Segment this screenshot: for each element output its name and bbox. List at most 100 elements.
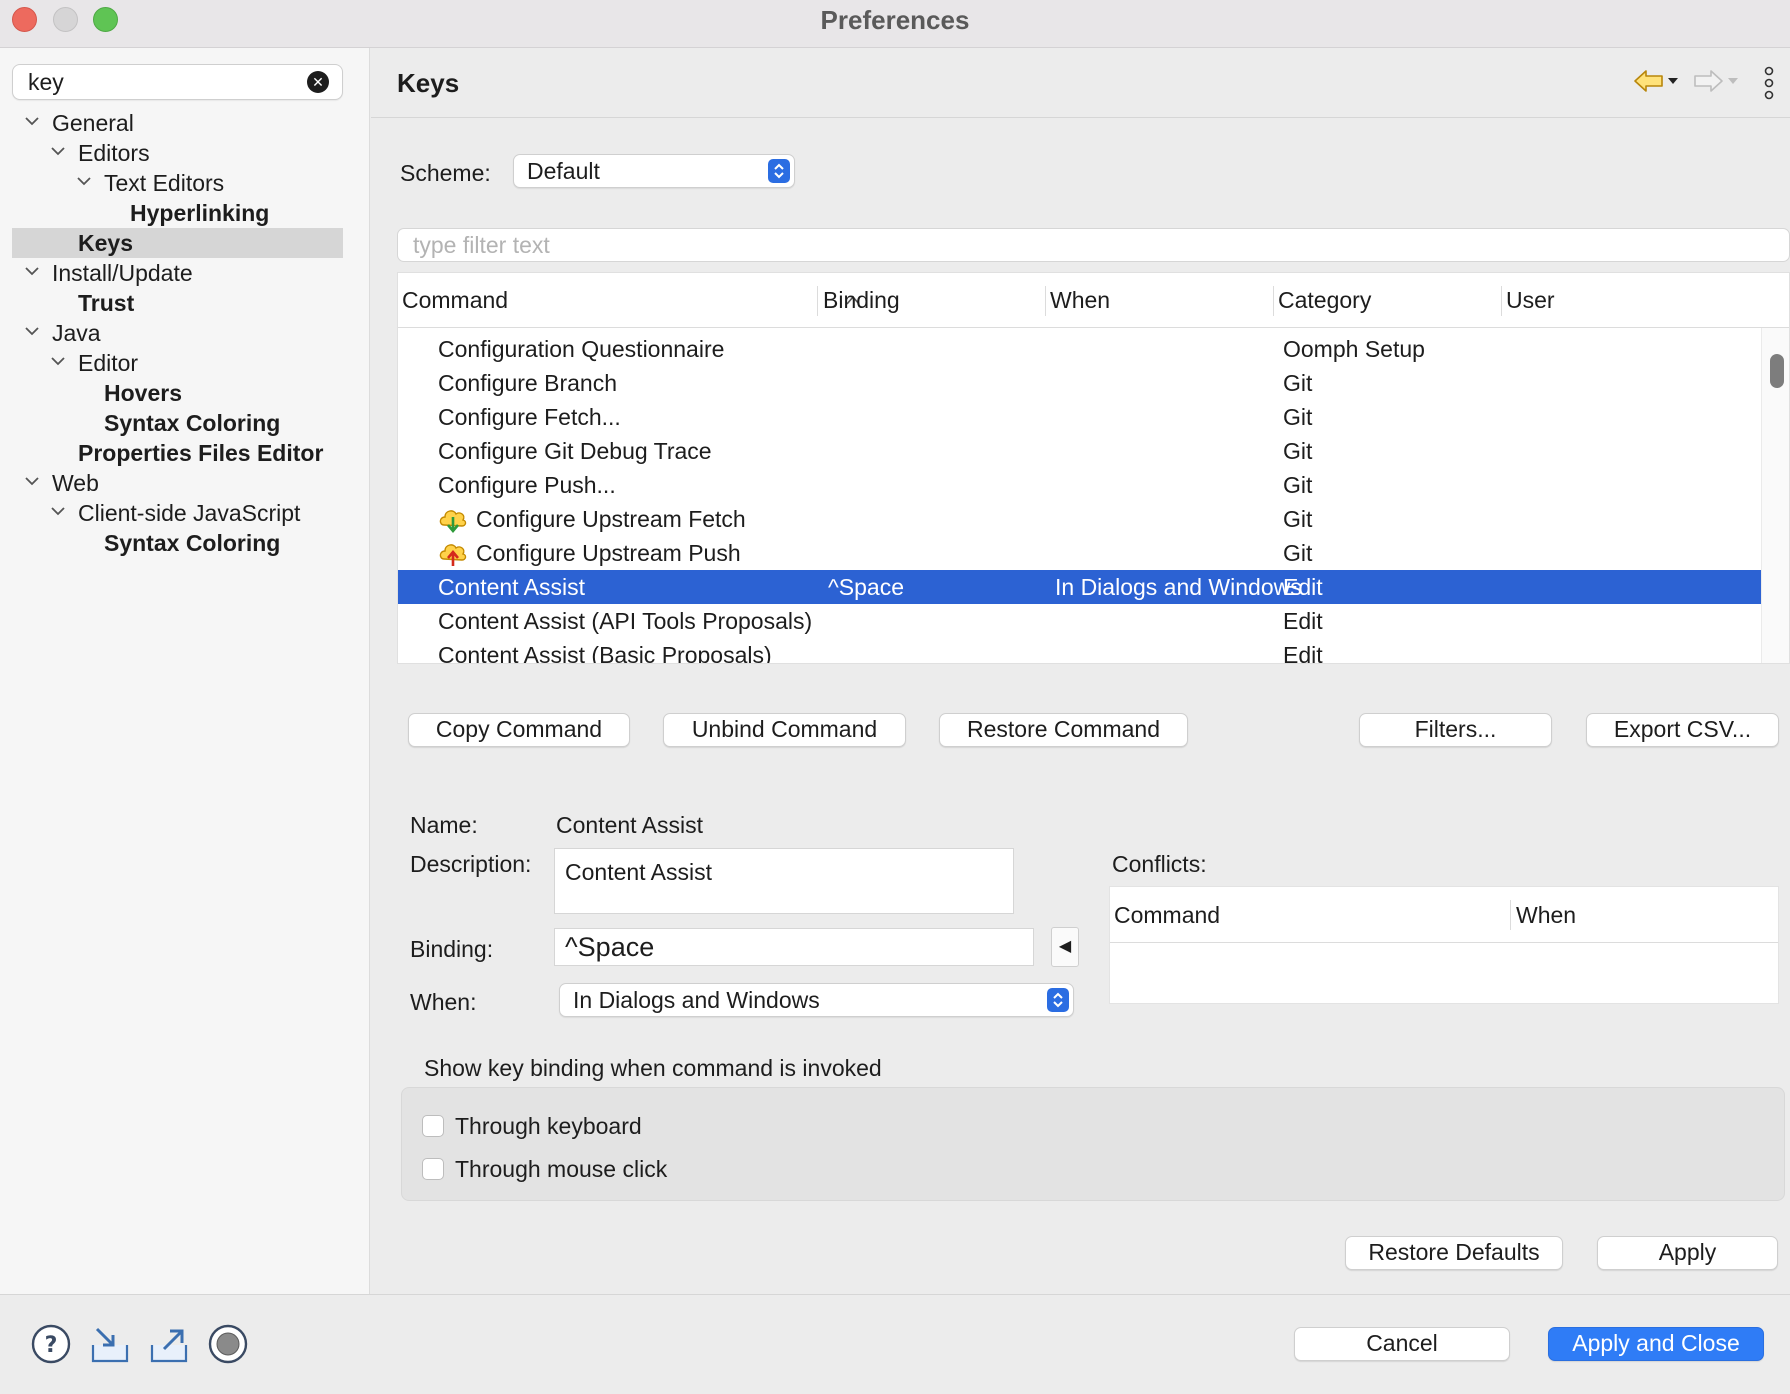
category-cell: Edit — [1283, 608, 1323, 634]
chevron-down-icon[interactable] — [25, 474, 39, 488]
through-keyboard-checkbox[interactable] — [422, 1115, 444, 1137]
column-header-user[interactable]: User — [1506, 273, 1555, 328]
table-row[interactable]: Configure Upstream Fetch Git — [398, 502, 1762, 536]
export-csv-button[interactable]: Export CSV... — [1586, 713, 1779, 747]
copy-command-button[interactable]: Copy Command — [408, 713, 630, 747]
apply-and-close-button[interactable]: Apply and Close — [1548, 1327, 1764, 1361]
when-cell: In Dialogs and Windows — [1055, 574, 1302, 600]
conflicts-column-command[interactable]: Command — [1114, 887, 1220, 943]
select-arrows-icon — [768, 159, 790, 183]
tree-item[interactable]: Text Editors — [0, 168, 370, 198]
tree-item[interactable]: Client-side JavaScript — [0, 498, 370, 528]
import-icon[interactable] — [89, 1323, 131, 1365]
sidebar-search-input[interactable] — [28, 68, 298, 96]
back-button[interactable] — [1633, 68, 1681, 98]
column-header-command[interactable]: Command — [402, 273, 509, 328]
tree-item[interactable]: Syntax Coloring — [0, 408, 370, 438]
more-vertical-icon — [1764, 66, 1774, 100]
name-value: Content Assist — [556, 812, 704, 838]
tree-item[interactable]: Java — [0, 318, 370, 348]
binding-cell: ^Space — [828, 574, 905, 600]
filter-input[interactable] — [397, 228, 1790, 262]
table-row[interactable]: Configure Git Debug Trace Git — [398, 434, 1762, 468]
chevron-down-icon[interactable] — [25, 264, 39, 278]
cancel-button[interactable]: Cancel — [1294, 1327, 1510, 1361]
tree-item-label: Editors — [78, 140, 150, 166]
chevron-down-icon[interactable] — [51, 504, 65, 518]
tree-item[interactable]: Trust — [0, 288, 370, 318]
tree-item[interactable]: Syntax Coloring — [0, 528, 370, 558]
column-header-binding[interactable]: Binding — [823, 273, 900, 328]
conflicts-column-when[interactable]: When — [1516, 887, 1576, 943]
tree-item[interactable]: Keys — [0, 228, 370, 258]
tree-item-label: Trust — [78, 290, 135, 316]
help-icon[interactable]: ? — [30, 1323, 72, 1365]
table-row[interactable]: Configure Upstream Push Git — [398, 536, 1762, 570]
binding-input[interactable] — [554, 928, 1034, 966]
tree-item[interactable]: Editor — [0, 348, 370, 378]
tree-item-label: Properties Files Editor — [78, 440, 324, 466]
table-scrollbar[interactable] — [1761, 328, 1789, 663]
forward-button[interactable] — [1693, 68, 1741, 98]
chevron-down-icon[interactable] — [51, 354, 65, 368]
tree-item[interactable]: General — [0, 108, 370, 138]
table-row[interactable]: Configure Fetch... Git — [398, 400, 1762, 434]
chevron-down-icon[interactable] — [25, 324, 39, 338]
tree-item[interactable]: Web — [0, 468, 370, 498]
command-cell: Configure Upstream Fetch — [476, 506, 746, 532]
through-mouse-label: Through mouse click — [455, 1156, 668, 1182]
view-menu-button[interactable] — [1760, 66, 1778, 100]
tree-item-label: General — [52, 110, 134, 136]
description-field[interactable]: Content Assist — [554, 848, 1014, 914]
tree-item-label: Syntax Coloring — [104, 530, 281, 556]
category-cell: Edit — [1283, 574, 1323, 600]
category-cell: Git — [1283, 540, 1313, 566]
tree-item-label: Web — [52, 470, 99, 496]
column-separator[interactable] — [1045, 286, 1046, 316]
through-mouse-checkbox[interactable] — [422, 1158, 444, 1180]
export-icon[interactable] — [148, 1323, 190, 1365]
when-value: In Dialogs and Windows — [573, 987, 820, 1013]
column-header-when[interactable]: When — [1050, 273, 1111, 328]
table-row[interactable]: Content Assist (API Tools Proposals) Edit — [398, 604, 1762, 638]
column-separator[interactable] — [1273, 286, 1274, 316]
when-select[interactable]: In Dialogs and Windows — [559, 983, 1074, 1017]
table-row[interactable]: Configuration Questionnaire Oomph Setup — [398, 332, 1762, 366]
page-title: Keys — [397, 68, 460, 98]
command-cell: Content Assist (API Tools Proposals) — [438, 608, 813, 634]
category-cell: Git — [1283, 472, 1313, 498]
tree-item-label: Hovers — [104, 380, 182, 406]
table-row[interactable]: Content Assist (Basic Proposals) Edit — [398, 638, 1762, 663]
category-cell: Oomph Setup — [1283, 336, 1425, 362]
tree-item[interactable]: Properties Files Editor — [0, 438, 370, 468]
scrollbar-thumb[interactable] — [1770, 354, 1784, 388]
tree-item[interactable]: Hyperlinking — [0, 198, 370, 228]
clear-search-icon[interactable]: ✕ — [307, 71, 329, 93]
back-arrow-icon — [1634, 70, 1678, 92]
column-header-category[interactable]: Category — [1278, 273, 1372, 328]
apply-button[interactable]: Apply — [1597, 1236, 1778, 1270]
tree-item-label: Java — [52, 320, 101, 346]
record-icon[interactable] — [207, 1323, 249, 1365]
binding-menu-button[interactable]: ◀ — [1051, 927, 1079, 967]
column-separator[interactable] — [1501, 286, 1502, 316]
tree-item-label: Client-side JavaScript — [78, 500, 301, 526]
restore-defaults-button[interactable]: Restore Defaults — [1345, 1236, 1563, 1270]
tree-item[interactable]: Hovers — [0, 378, 370, 408]
column-separator[interactable] — [817, 286, 818, 316]
table-row[interactable]: Content Assist ^Space In Dialogs and Windo… — [398, 570, 1762, 604]
unbind-command-button[interactable]: Unbind Command — [663, 713, 906, 747]
chevron-down-icon[interactable] — [77, 174, 91, 188]
chevron-down-icon[interactable] — [51, 144, 65, 158]
table-row[interactable]: Configure Push... Git — [398, 468, 1762, 502]
column-separator[interactable] — [1510, 900, 1511, 930]
restore-command-button[interactable]: Restore Command — [939, 713, 1188, 747]
chevron-down-icon[interactable] — [25, 114, 39, 128]
tree-item-label: Syntax Coloring — [104, 410, 281, 436]
table-row[interactable]: Configure Branch Git — [398, 366, 1762, 400]
commands-table: Command Binding When Category User Confi… — [397, 272, 1790, 664]
filters-button[interactable]: Filters... — [1359, 713, 1552, 747]
tree-item[interactable]: Install/Update — [0, 258, 370, 288]
scheme-select[interactable]: Default — [513, 154, 795, 188]
tree-item[interactable]: Editors — [0, 138, 370, 168]
